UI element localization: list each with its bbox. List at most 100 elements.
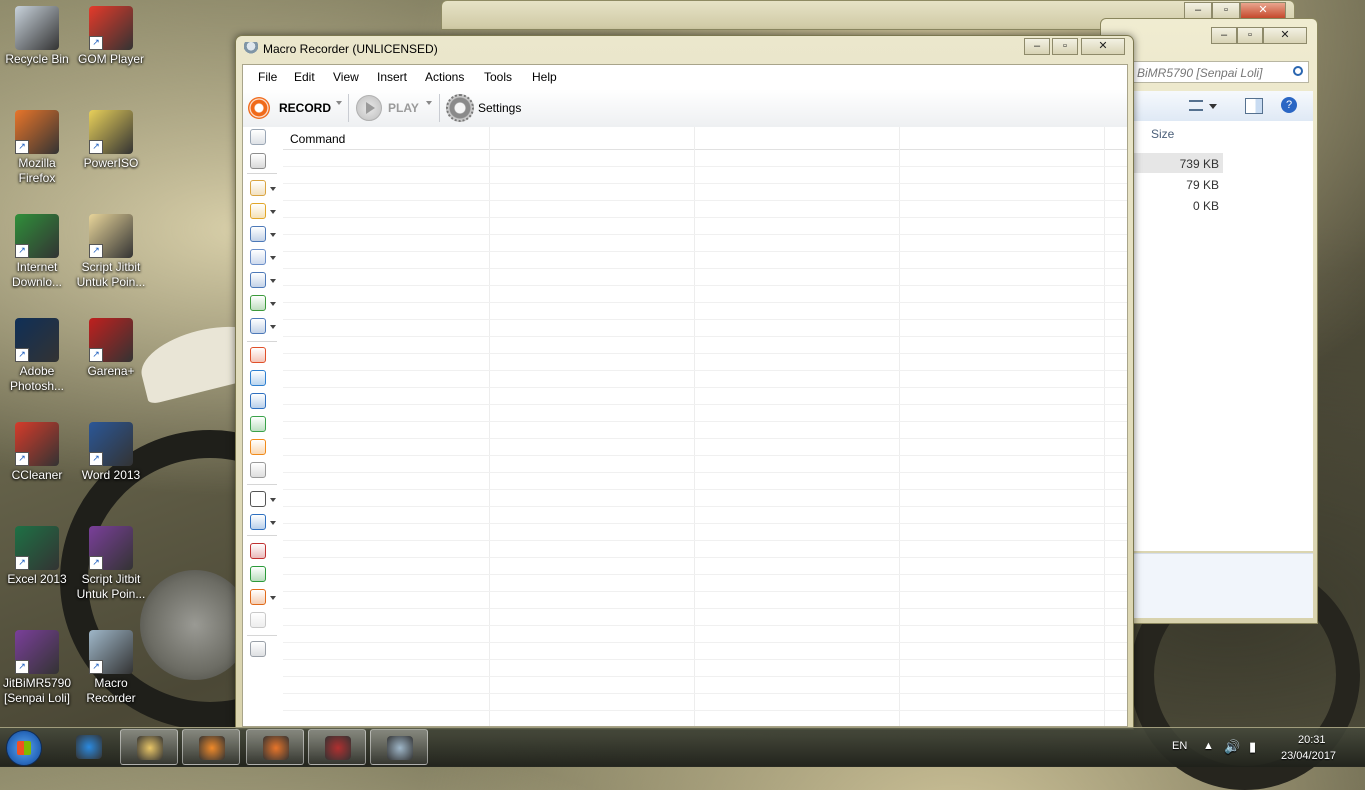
view-options-icon[interactable] bbox=[1189, 100, 1203, 111]
table-row[interactable] bbox=[283, 608, 1127, 609]
play-dropdown-icon[interactable] bbox=[426, 101, 432, 105]
minimize-button[interactable]: – bbox=[1211, 27, 1237, 44]
help-icon[interactable]: ? bbox=[1281, 97, 1297, 113]
window-resize-icon[interactable] bbox=[250, 226, 266, 242]
chevron-down-icon[interactable] bbox=[270, 210, 276, 214]
table-row[interactable] bbox=[283, 455, 1127, 456]
image-search-icon[interactable] bbox=[250, 318, 266, 334]
search-icon[interactable] bbox=[1293, 66, 1303, 76]
menu-edit[interactable]: Edit bbox=[294, 70, 315, 84]
preview-pane-icon[interactable] bbox=[1245, 98, 1263, 114]
desktop-icon[interactable]: ↗ Internet Downlo... bbox=[1, 214, 73, 290]
clipboard-icon[interactable] bbox=[250, 249, 266, 265]
table-row[interactable] bbox=[283, 353, 1127, 354]
clock-time[interactable]: 20:31 bbox=[1298, 734, 1326, 746]
start-button[interactable] bbox=[6, 730, 42, 766]
table-row[interactable] bbox=[283, 251, 1127, 252]
table-row[interactable] bbox=[283, 693, 1127, 694]
mouse-icon[interactable] bbox=[250, 129, 266, 145]
table-row[interactable] bbox=[283, 370, 1127, 371]
menu-view[interactable]: View bbox=[333, 70, 359, 84]
table-row[interactable] bbox=[283, 336, 1127, 337]
close-button[interactable]: ✕ bbox=[1263, 27, 1307, 44]
table-row[interactable] bbox=[283, 438, 1127, 439]
table-row[interactable] bbox=[283, 523, 1127, 524]
debug-icon[interactable] bbox=[250, 641, 266, 657]
stop-icon[interactable] bbox=[250, 347, 266, 363]
table-row[interactable] bbox=[283, 234, 1127, 235]
desktop-icon[interactable]: ↗ Adobe Photosh... bbox=[1, 318, 73, 394]
table-row[interactable] bbox=[283, 217, 1127, 218]
menu-tools[interactable]: Tools bbox=[484, 70, 512, 84]
chevron-down-icon[interactable] bbox=[270, 187, 276, 191]
table-row[interactable] bbox=[283, 642, 1127, 643]
comment-icon[interactable] bbox=[250, 612, 266, 628]
taskbar-item[interactable] bbox=[60, 729, 118, 765]
menu-help[interactable]: Help bbox=[532, 70, 557, 84]
chevron-down-icon[interactable] bbox=[270, 325, 276, 329]
table-row[interactable] bbox=[283, 574, 1127, 575]
record-button[interactable]: RECORD bbox=[243, 89, 335, 127]
column-header-size[interactable]: Size bbox=[1151, 127, 1174, 141]
maximize-button[interactable]: ▫ bbox=[1212, 2, 1240, 19]
chevron-down-icon[interactable] bbox=[270, 596, 276, 600]
chevron-down-icon[interactable] bbox=[270, 256, 276, 260]
address-bar[interactable]: BiMR5790 [Senpai Loli] bbox=[1133, 61, 1309, 83]
record-dropdown-icon[interactable] bbox=[336, 101, 342, 105]
show-hidden-icons[interactable]: ▲ bbox=[1203, 740, 1214, 752]
table-row[interactable] bbox=[283, 166, 1127, 167]
if-icon[interactable] bbox=[250, 491, 266, 507]
keyboard-icon[interactable] bbox=[250, 153, 266, 169]
chevron-down-icon[interactable] bbox=[1209, 104, 1217, 109]
taskbar-item[interactable] bbox=[182, 729, 240, 765]
table-row[interactable] bbox=[283, 472, 1127, 473]
command-grid[interactable]: Command bbox=[283, 127, 1127, 726]
chevron-down-icon[interactable] bbox=[270, 279, 276, 283]
hourglass-icon[interactable] bbox=[250, 180, 266, 196]
close-button[interactable]: ✕ bbox=[1081, 38, 1125, 55]
chevron-down-icon[interactable] bbox=[270, 233, 276, 237]
taskbar-item[interactable] bbox=[246, 729, 304, 765]
desktop-icon[interactable]: ↗ Script Jitbit Untuk Poin... bbox=[75, 526, 147, 602]
desktop-icon[interactable]: ↗ Word 2013 bbox=[75, 422, 147, 483]
taskbar-item[interactable] bbox=[308, 729, 366, 765]
chevron-down-icon[interactable] bbox=[270, 302, 276, 306]
chevron-down-icon[interactable] bbox=[270, 498, 276, 502]
table-row[interactable] bbox=[283, 404, 1127, 405]
window-icon[interactable] bbox=[250, 203, 266, 219]
macro-recorder-window[interactable]: Macro Recorder (UNLICENSED) – ▫ ✕ File E… bbox=[235, 35, 1134, 730]
table-row[interactable] bbox=[283, 285, 1127, 286]
minimize-button[interactable]: – bbox=[1184, 2, 1212, 19]
network-icon[interactable]: ▮ bbox=[1249, 739, 1256, 755]
maximize-button[interactable]: ▫ bbox=[1237, 27, 1263, 44]
settings-button[interactable]: Settings bbox=[442, 89, 526, 127]
csharp-icon[interactable] bbox=[250, 462, 266, 478]
menu-actions[interactable]: Actions bbox=[425, 70, 464, 84]
label-icon[interactable] bbox=[250, 543, 266, 559]
desktop-icon[interactable]: ↗ Script Jitbit Untuk Poin... bbox=[75, 214, 147, 290]
column-header-command[interactable]: Command bbox=[290, 132, 345, 146]
desktop-icon[interactable]: ↗ Macro Recorder bbox=[75, 630, 147, 706]
table-row[interactable] bbox=[283, 268, 1127, 269]
table-row[interactable] bbox=[283, 659, 1127, 660]
maximize-button[interactable]: ▫ bbox=[1052, 38, 1078, 55]
chevron-down-icon[interactable] bbox=[270, 521, 276, 525]
table-row[interactable] bbox=[283, 421, 1127, 422]
text-icon[interactable] bbox=[250, 272, 266, 288]
clock-date[interactable]: 23/04/2017 bbox=[1281, 750, 1336, 762]
menu-insert[interactable]: Insert bbox=[377, 70, 407, 84]
table-row[interactable] bbox=[283, 540, 1127, 541]
desktop-icon[interactable]: ↗ GOM Player bbox=[75, 6, 147, 67]
table-row[interactable] bbox=[283, 710, 1127, 711]
close-button[interactable]: ✕ bbox=[1240, 2, 1286, 19]
web-icon[interactable] bbox=[250, 370, 266, 386]
play-macro-icon[interactable] bbox=[250, 439, 266, 455]
pause-icon[interactable] bbox=[250, 589, 266, 605]
goto-icon[interactable] bbox=[250, 566, 266, 582]
taskbar-item[interactable] bbox=[120, 729, 178, 765]
desktop-icon[interactable]: ↗ Garena+ bbox=[75, 318, 147, 379]
play-button[interactable]: PLAY bbox=[351, 89, 421, 127]
language-indicator[interactable]: EN bbox=[1172, 740, 1187, 752]
menu-file[interactable]: File bbox=[258, 70, 277, 84]
table-row[interactable] bbox=[283, 506, 1127, 507]
